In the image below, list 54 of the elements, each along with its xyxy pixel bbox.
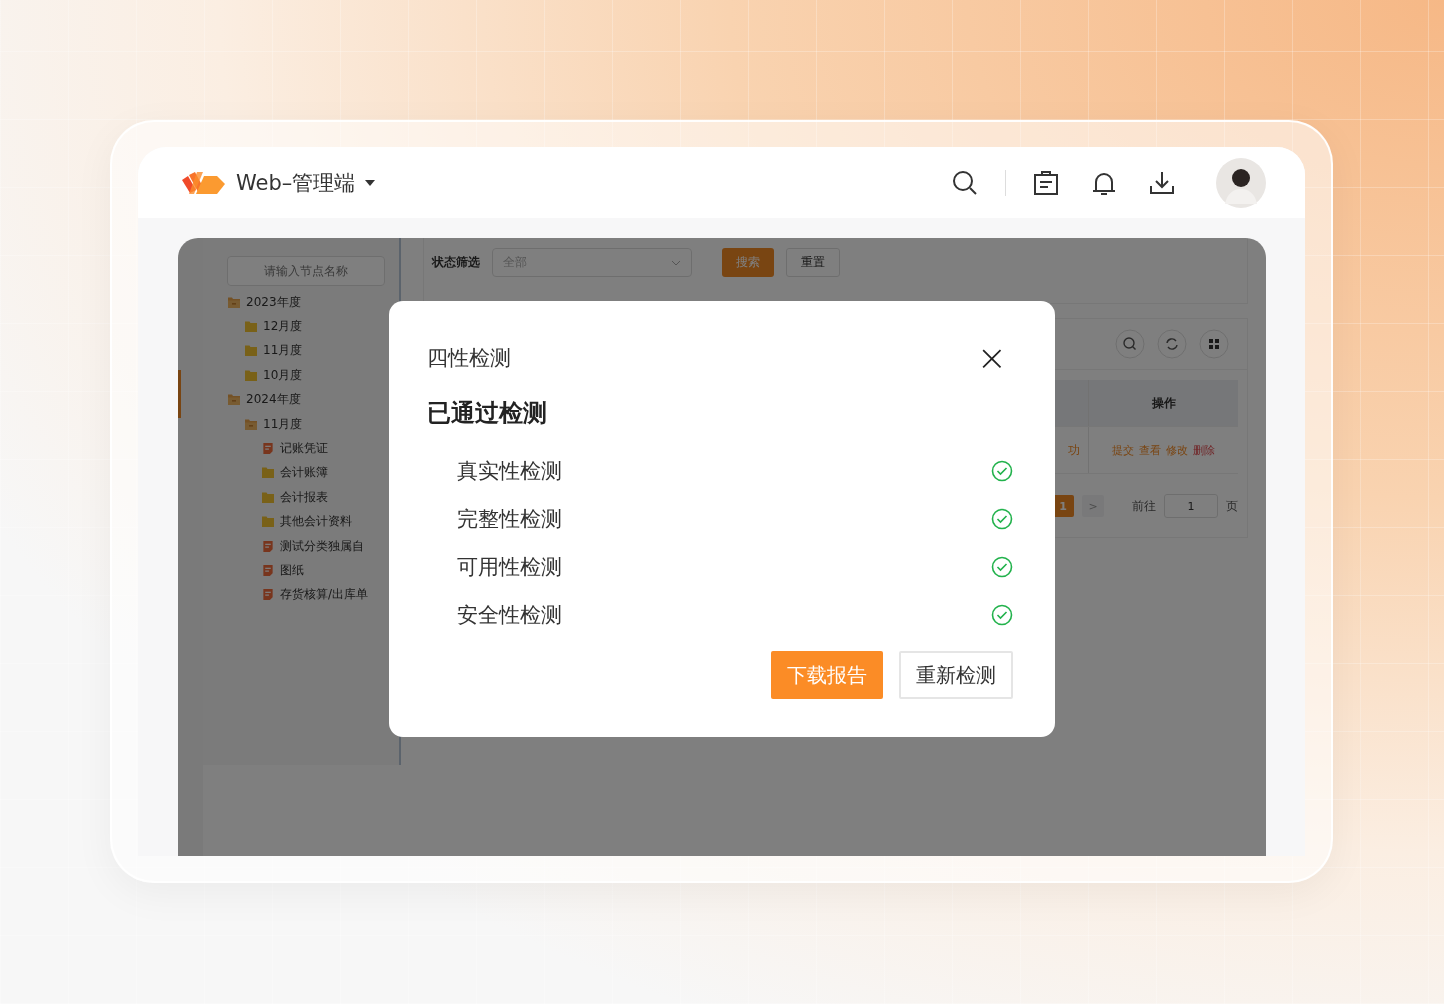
open-folder-icon [227,393,241,407]
filter-label: 状态筛选 [432,254,480,271]
logo-icon [180,169,226,196]
clipboard-icon[interactable] [1032,168,1060,197]
tree-item[interactable]: 图纸 [227,558,399,583]
tree-item[interactable]: 测试分类独属自 [227,533,399,559]
recheck-button[interactable]: 重新检测 [899,651,1013,699]
app-title: Web–管理端 [236,169,356,197]
tree-item[interactable]: 2023年度 [227,290,399,315]
tree-item[interactable]: 11月度 [227,338,399,364]
search-icon[interactable] [951,168,979,197]
action-link[interactable]: 删除 [1193,442,1215,458]
document-icon [261,539,275,553]
tree-item[interactable]: 10月度 [227,363,399,388]
status-text: 功 [1068,441,1080,459]
tree-item[interactable]: 会计账簿 [227,460,399,486]
open-folder-icon [244,417,258,431]
check-label: 完整性检测 [457,506,562,533]
document-icon [261,564,275,577]
tree-item[interactable]: 11月度 [227,411,399,437]
avatar-icon[interactable] [1216,157,1266,208]
check-label: 可用性检测 [457,554,562,581]
tree-item[interactable]: 12月度 [227,314,399,339]
page-unit: 页 [1226,497,1238,515]
check-label: 安全性检测 [457,602,562,629]
result-heading: 已通过检测 [427,398,548,429]
folder-icon [244,320,258,334]
tree-item[interactable]: 会计报表 [227,485,399,510]
chevron-icon [671,259,681,266]
caret-icon[interactable] [365,179,376,186]
tree-item[interactable]: 2024年度 [227,387,399,412]
tree-item[interactable]: 存货核算/出库单 [227,582,399,608]
refresh-icon[interactable] [1157,329,1187,359]
check-label: 真实性检测 [457,458,562,485]
tree-search-field[interactable]: 请输入节点名称 [227,256,385,286]
page-input[interactable]: 1 [1164,494,1218,518]
reset-button[interactable]: 重置 [786,248,840,277]
folder-icon [261,466,275,480]
dialog-title: 四性检测 [427,345,511,372]
nav-indicator [178,370,181,418]
grid-icon[interactable] [1199,329,1229,359]
tree-item[interactable]: 记账凭证 [227,436,399,461]
tree-item[interactable]: 其他会计资料 [227,509,399,534]
goto-label: 前往 [1132,497,1156,515]
document-icon [261,588,275,602]
download-report-button[interactable]: 下载报告 [771,651,883,699]
close-button[interactable]: × [976,340,1007,376]
folder-icon [261,515,275,529]
column-header: 操作 [1088,380,1238,426]
document-icon [261,442,275,456]
open-folder-icon [227,295,241,309]
folder-icon [261,490,275,504]
folder-icon [244,344,258,358]
folder-icon [244,368,258,382]
